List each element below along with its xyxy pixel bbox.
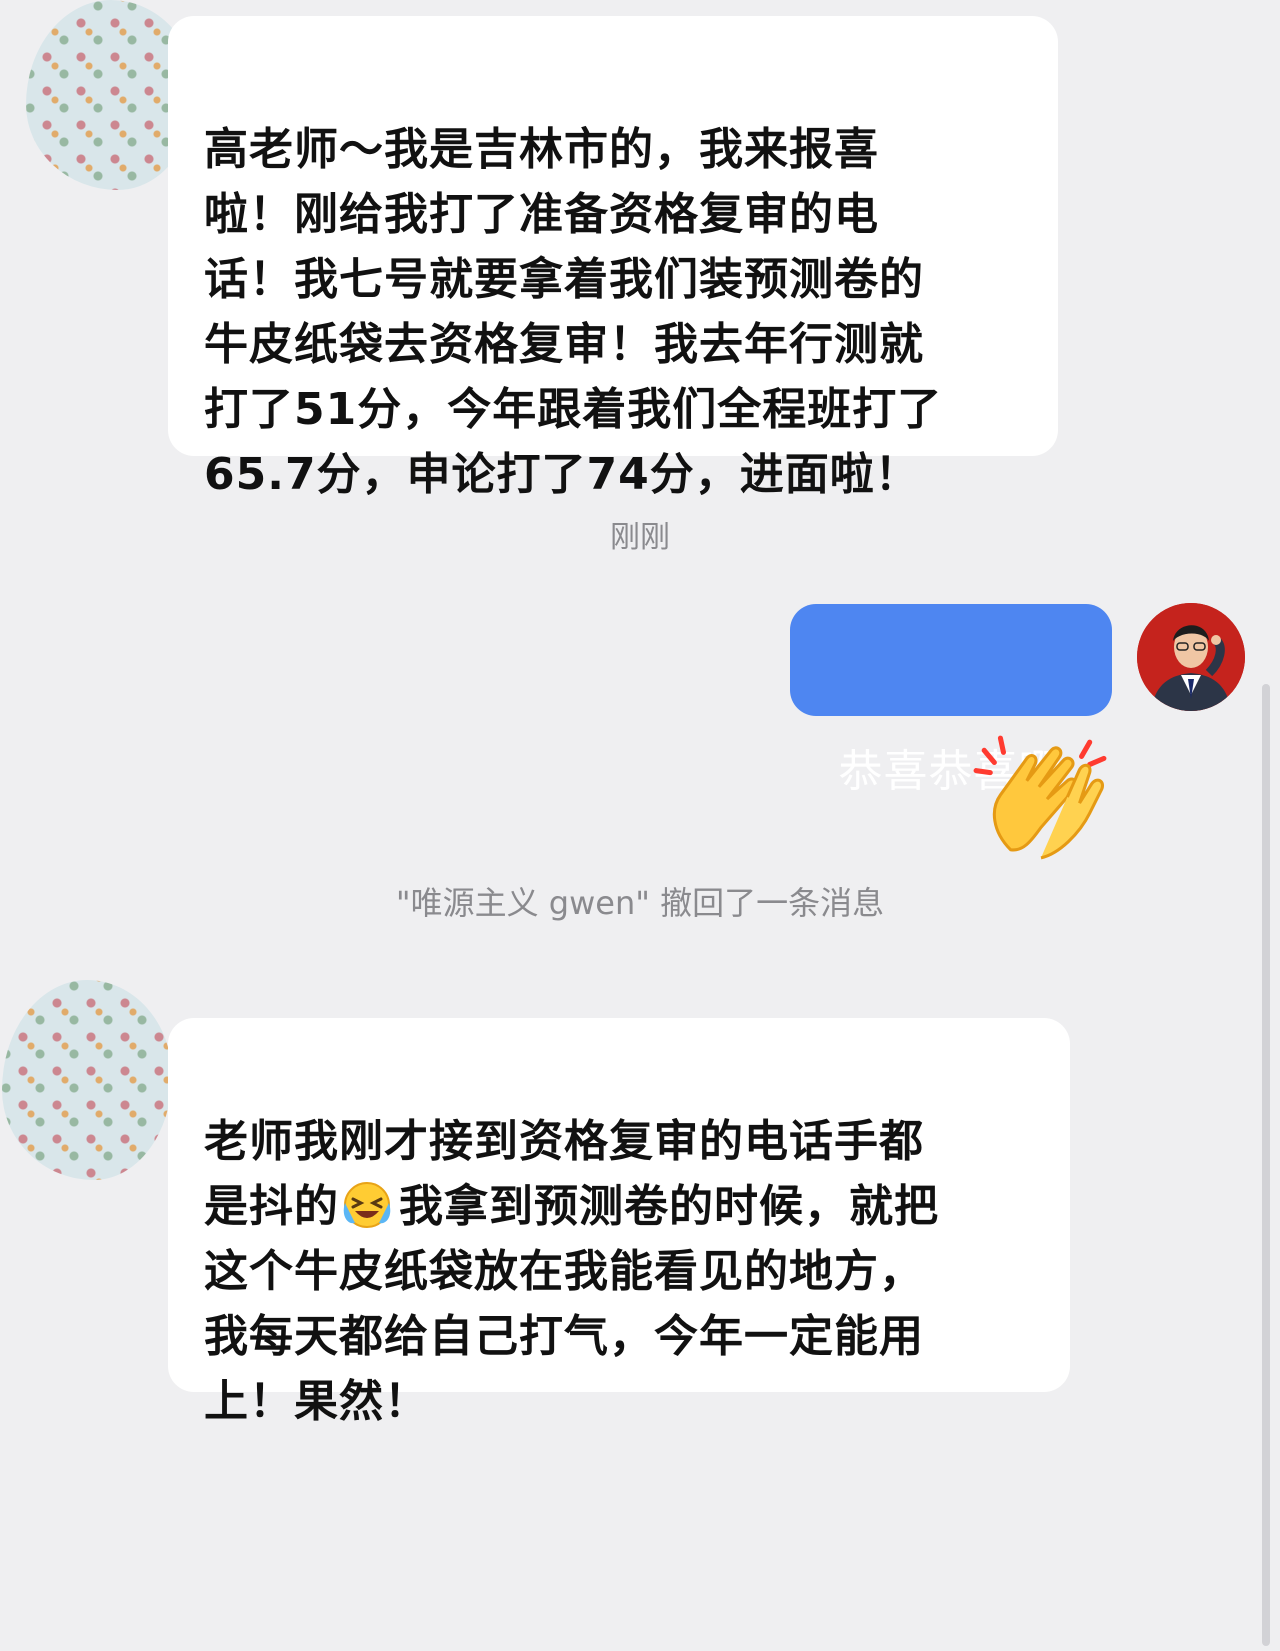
chat-window: 高老师～我是吉林市的，我来报喜 啦！刚给我打了准备资格复审的电 话！我七号就要拿…	[0, 0, 1280, 1651]
scrollbar[interactable]	[1262, 684, 1270, 1646]
clapping-hands-icon	[973, 735, 1107, 860]
message-timestamp: 刚刚	[610, 520, 670, 555]
contact-avatar[interactable]	[2, 980, 172, 1180]
recall-notice: "唯源主义 gwen" 撤回了一条消息	[395, 884, 885, 922]
laughing-crying-icon	[343, 1182, 391, 1228]
incoming-message-bubble[interactable]: 老师我刚才接到资格复审的电话手都 是抖的 我拿到预测卷的时候，就把 这个牛皮纸袋…	[168, 1018, 1070, 1427]
incoming-message-bubble[interactable]: 高老师～我是吉林市的，我来报喜 啦！刚给我打了准备资格复审的电 话！我七号就要拿…	[168, 16, 1058, 500]
user-avatar[interactable]	[1137, 603, 1245, 711]
message-text: 高老师～我是吉林市的，我来报喜 啦！刚给我打了准备资格复审的电 话！我七号就要拿…	[204, 124, 943, 500]
person-photo-icon	[1137, 603, 1245, 711]
outgoing-message-bubble[interactable]: 恭喜恭喜啊	[790, 604, 1112, 797]
